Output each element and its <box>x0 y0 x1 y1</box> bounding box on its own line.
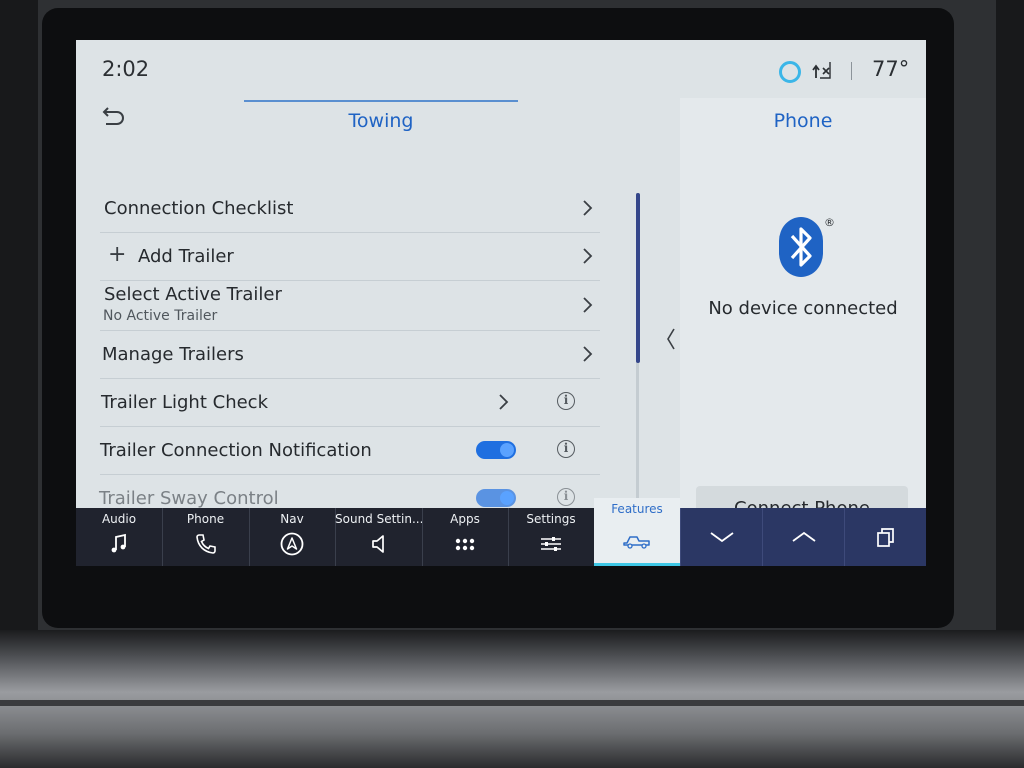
select-active-trailer-row[interactable]: Select Active Trailer No Active Trailer <box>100 280 600 331</box>
plus-icon: + <box>108 242 127 267</box>
row-label: Trailer Sway Control <box>99 488 279 509</box>
panel-up-button[interactable] <box>762 508 845 566</box>
dashboard-trim <box>0 630 1024 768</box>
dock-label: Features <box>611 502 663 516</box>
trailer-sway-control-toggle[interactable] <box>476 489 516 507</box>
connection-checklist-row[interactable]: Connection Checklist <box>100 184 600 233</box>
status-divider <box>851 62 852 80</box>
bottom-dock: Audio Phone Nav Sound Settin... Apps Set… <box>76 498 926 566</box>
status-bar: 2:02 77° <box>76 40 926 98</box>
infotainment-screen: 2:02 77° Towing Connection Checklist + A… <box>76 40 926 566</box>
panel-down-button[interactable] <box>680 508 763 566</box>
phone-icon <box>195 534 216 554</box>
chevron-right-icon <box>583 297 593 313</box>
info-icon[interactable]: i <box>557 392 575 410</box>
dock-label: Apps <box>450 512 480 526</box>
row-label: Add Trailer <box>138 246 234 267</box>
chevron-left-icon[interactable] <box>664 326 678 352</box>
trailer-light-check-row[interactable]: Trailer Light Check i <box>100 378 600 427</box>
scrollbar-thumb[interactable] <box>636 193 640 363</box>
dock-nav[interactable]: Nav <box>249 508 336 566</box>
no-signal-icon <box>812 62 831 79</box>
panel-switch-button[interactable] <box>844 508 926 566</box>
apps-grid-icon <box>455 538 475 551</box>
alexa-icon[interactable] <box>779 61 801 83</box>
no-device-status: No device connected <box>708 298 898 319</box>
info-icon[interactable]: i <box>557 488 575 506</box>
panel-title: Towing <box>348 110 414 132</box>
chevron-right-icon <box>583 248 593 264</box>
chevron-right-icon <box>583 346 593 362</box>
bluetooth-icon <box>779 217 823 277</box>
dock-label: Phone <box>186 512 225 526</box>
dock-apps[interactable]: Apps <box>422 508 509 566</box>
chevron-up-icon <box>792 531 816 542</box>
row-label: Select Active Trailer <box>104 284 282 305</box>
outside-temperature: 77° <box>872 57 910 81</box>
trailer-connection-notification-row: Trailer Connection Notification i <box>100 426 600 475</box>
right-air-vent <box>996 0 1024 640</box>
truck-icon <box>623 536 650 549</box>
dock-label: Sound Settin... <box>335 512 422 526</box>
chevron-right-icon <box>499 394 509 410</box>
phone-title: Phone <box>773 110 833 132</box>
clock: 2:02 <box>102 57 150 81</box>
phone-panel: Phone ® No device connected Connect Phon… <box>680 98 926 532</box>
row-label: Trailer Connection Notification <box>100 440 372 461</box>
dock-label: Nav <box>280 512 304 526</box>
trailer-connection-notification-toggle[interactable] <box>476 441 516 459</box>
active-tab-indicator <box>594 563 680 566</box>
info-icon[interactable]: i <box>557 440 575 458</box>
toggle-knob <box>500 491 514 505</box>
dock-audio[interactable]: Audio <box>76 508 163 566</box>
music-note-icon <box>111 533 126 553</box>
back-button[interactable] <box>98 106 128 130</box>
dock-phone[interactable]: Phone <box>162 508 250 566</box>
dock-label: Audio <box>101 512 137 526</box>
row-label: Manage Trailers <box>102 344 244 365</box>
add-trailer-row[interactable]: + Add Trailer <box>100 232 600 281</box>
dock-label: Settings <box>526 512 576 526</box>
dock-features[interactable]: Features <box>594 498 680 566</box>
chevron-down-icon <box>710 532 734 543</box>
speaker-icon <box>371 535 384 553</box>
towing-panel: Towing Connection Checklist + Add Traile… <box>76 98 680 518</box>
registered-mark: ® <box>824 216 835 229</box>
manage-trailers-row[interactable]: Manage Trailers <box>100 330 600 379</box>
settings-sliders-icon <box>541 537 561 551</box>
dock-settings[interactable]: Settings <box>508 508 595 566</box>
row-label: Trailer Light Check <box>101 392 268 413</box>
row-sublabel: No Active Trailer <box>103 308 218 324</box>
row-label: Connection Checklist <box>104 198 294 219</box>
dashboard-groove <box>0 700 1024 706</box>
dock-sound-settings[interactable]: Sound Settin... <box>335 508 423 566</box>
left-air-vent <box>0 0 38 640</box>
chevron-right-icon <box>583 200 593 216</box>
navigation-icon <box>280 532 304 556</box>
stacked-windows-icon <box>877 528 894 547</box>
toggle-knob <box>500 443 514 457</box>
